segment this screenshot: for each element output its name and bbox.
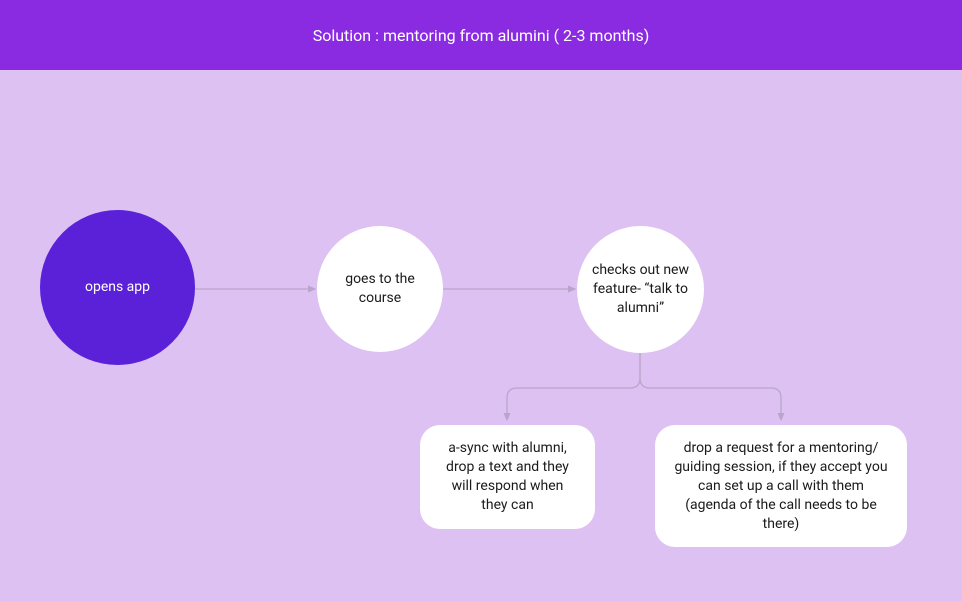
node-label: drop a request for a mentoring/ guiding … — [673, 439, 889, 533]
node-label: checks out new feature- “talk to alumni” — [585, 261, 696, 318]
diagram-canvas: opens app goes to the course checks out … — [0, 70, 962, 601]
node-checks-feature: checks out new feature- “talk to alumni” — [577, 226, 704, 353]
diagram-header: Solution : mentoring from alumini ( 2-3 … — [0, 0, 962, 70]
node-label: goes to the course — [325, 270, 435, 308]
node-request-mentoring: drop a request for a mentoring/ guiding … — [655, 425, 907, 547]
node-label: a-sync with alumni, drop a text and they… — [438, 439, 577, 515]
node-async-alumni: a-sync with alumni, drop a text and they… — [420, 425, 595, 529]
node-opens-app: opens app — [40, 210, 195, 365]
node-goes-to-course: goes to the course — [317, 226, 443, 352]
node-label: opens app — [85, 278, 150, 297]
diagram-title: Solution : mentoring from alumini ( 2-3 … — [313, 26, 650, 45]
